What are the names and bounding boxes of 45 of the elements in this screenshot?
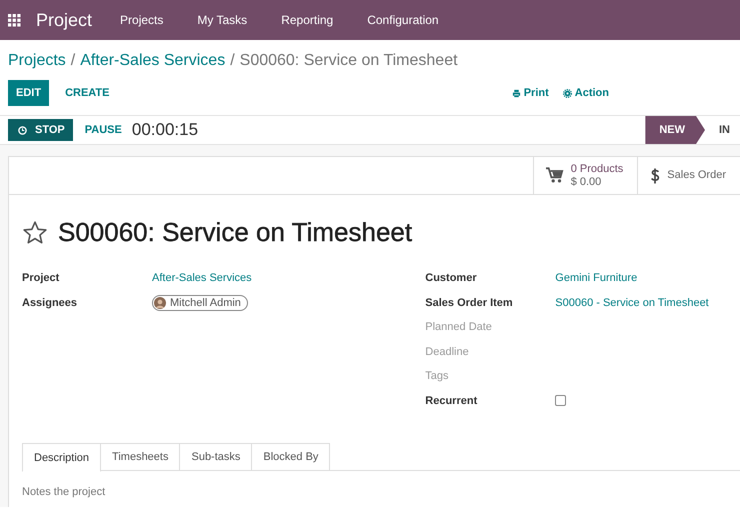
tab[interactable]: Timesheets [101, 443, 180, 471]
star-icon[interactable] [22, 220, 48, 246]
menu-item[interactable]: Reporting [281, 13, 334, 27]
action-button[interactable]: Action [562, 87, 609, 99]
tab[interactable]: Sub-tasks [180, 443, 252, 471]
assignee-tag[interactable]: Mitchell Admin [152, 294, 248, 311]
menu-item[interactable]: My Tasks [197, 13, 248, 27]
breadcrumb-separator: / [230, 52, 235, 70]
stop-button[interactable]: STOP [8, 119, 73, 141]
field-label: Tags [425, 369, 450, 384]
cart-icon [546, 167, 564, 184]
app-title[interactable]: Project [36, 10, 92, 30]
breadcrumb-link[interactable]: After-Sales Services [80, 52, 226, 70]
gear-icon [562, 88, 572, 98]
field-label: Deadline [425, 344, 470, 360]
field-label: Customer [425, 272, 478, 284]
field-label: Planned Date [425, 320, 493, 336]
tab[interactable]: Description [22, 443, 102, 472]
dollar-icon [650, 166, 660, 186]
recurrent-checkbox[interactable] [555, 395, 566, 406]
edit-button[interactable]: EDIT [8, 80, 50, 106]
field-link[interactable]: S00060 - Service on Timesheet [555, 296, 709, 309]
elapsed-time: 00:00:15 [132, 120, 198, 140]
breadcrumb-separator: / [70, 52, 76, 70]
field-label: Recurrent [425, 394, 478, 407]
create-button[interactable]: CREATE [57, 80, 118, 106]
tab[interactable]: Blocked By [252, 443, 330, 471]
field-label: Assignees [22, 296, 78, 309]
stage-button[interactable]: NEW [645, 116, 705, 144]
clock-icon [18, 126, 27, 134]
description-field[interactable]: Notes the project [22, 486, 106, 498]
field-link[interactable]: Gemini Furniture [555, 272, 638, 284]
pause-button[interactable]: PAUSE [76, 124, 130, 136]
field-link[interactable]: After-Sales Services [152, 272, 252, 284]
breadcrumb-link[interactable]: Projects [8, 52, 66, 70]
breadcrumb-current: S00060: Service on Timesheet [240, 52, 458, 70]
avatar-icon [154, 296, 166, 309]
action-button[interactable]: Print [512, 87, 549, 99]
app-grid-icon[interactable] [8, 14, 21, 26]
field-label: Sales Order Item [425, 296, 514, 309]
menu-item[interactable]: Projects [120, 13, 164, 27]
menu-item[interactable]: Configuration [367, 13, 439, 27]
field-label: Project [22, 272, 60, 284]
printer-icon [512, 88, 521, 98]
task-title: S00060: Service on Timesheet [58, 217, 412, 248]
